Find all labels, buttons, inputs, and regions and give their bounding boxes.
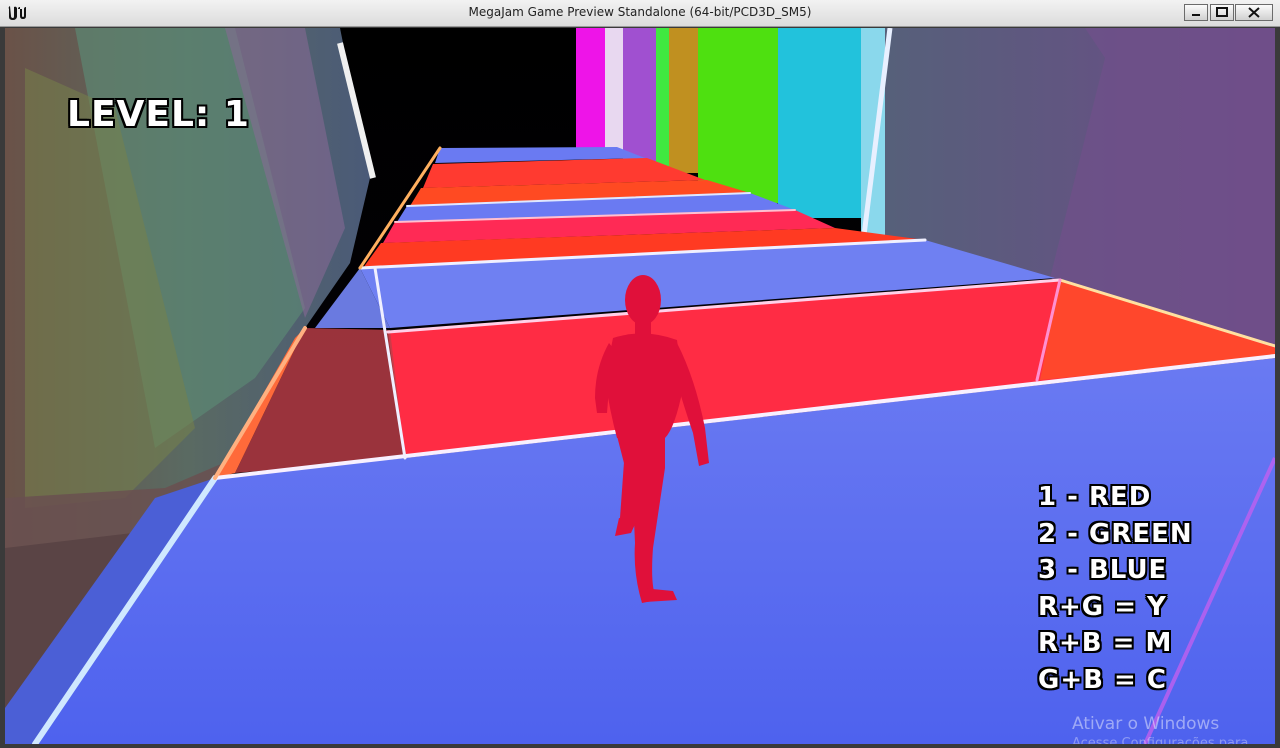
level-indicator: LEVEL: 1 [67,94,250,135]
legend-item: R+G = Y [1038,591,1167,622]
close-button[interactable] [1235,4,1273,21]
legend-item: 2 - GREEN [1038,518,1193,549]
column-green [698,28,778,203]
activation-watermark-subtitle: Acesse Configurações para ativar [1072,736,1249,744]
legend-item: R+B = M [1038,628,1173,658]
column-lime [656,28,670,168]
column-white [605,28,623,153]
column-orange [669,28,699,173]
maximize-button[interactable] [1210,4,1234,21]
minimize-button[interactable] [1184,4,1208,21]
window-title: MegaJam Game Preview Standalone (64-bit/… [468,5,812,19]
column-magenta [576,28,606,153]
column-cyan-light [861,28,885,238]
minimize-icon [1192,14,1200,16]
activation-watermark: Ativar o Windows [1072,714,1220,734]
close-icon [1248,7,1260,18]
legend-item: G+B = C [1038,664,1167,695]
legend-item: 3 - BLUE [1038,555,1168,585]
column-cyan [778,28,861,218]
title-bar[interactable]: MegaJam Game Preview Standalone (64-bit/… [0,0,1280,27]
column-purple [623,28,658,163]
color-legend: 1 - RED 2 - GREEN 3 - BLUE R+G = Y R+B =… [1038,479,1193,698]
maximize-icon [1216,7,1228,17]
game-viewport[interactable]: LEVEL: 1 1 - RED 2 - GREEN 3 - BLUE R+G … [5,28,1275,744]
legend-item: 1 - RED [1038,482,1152,512]
game-window: MegaJam Game Preview Standalone (64-bit/… [0,0,1280,748]
